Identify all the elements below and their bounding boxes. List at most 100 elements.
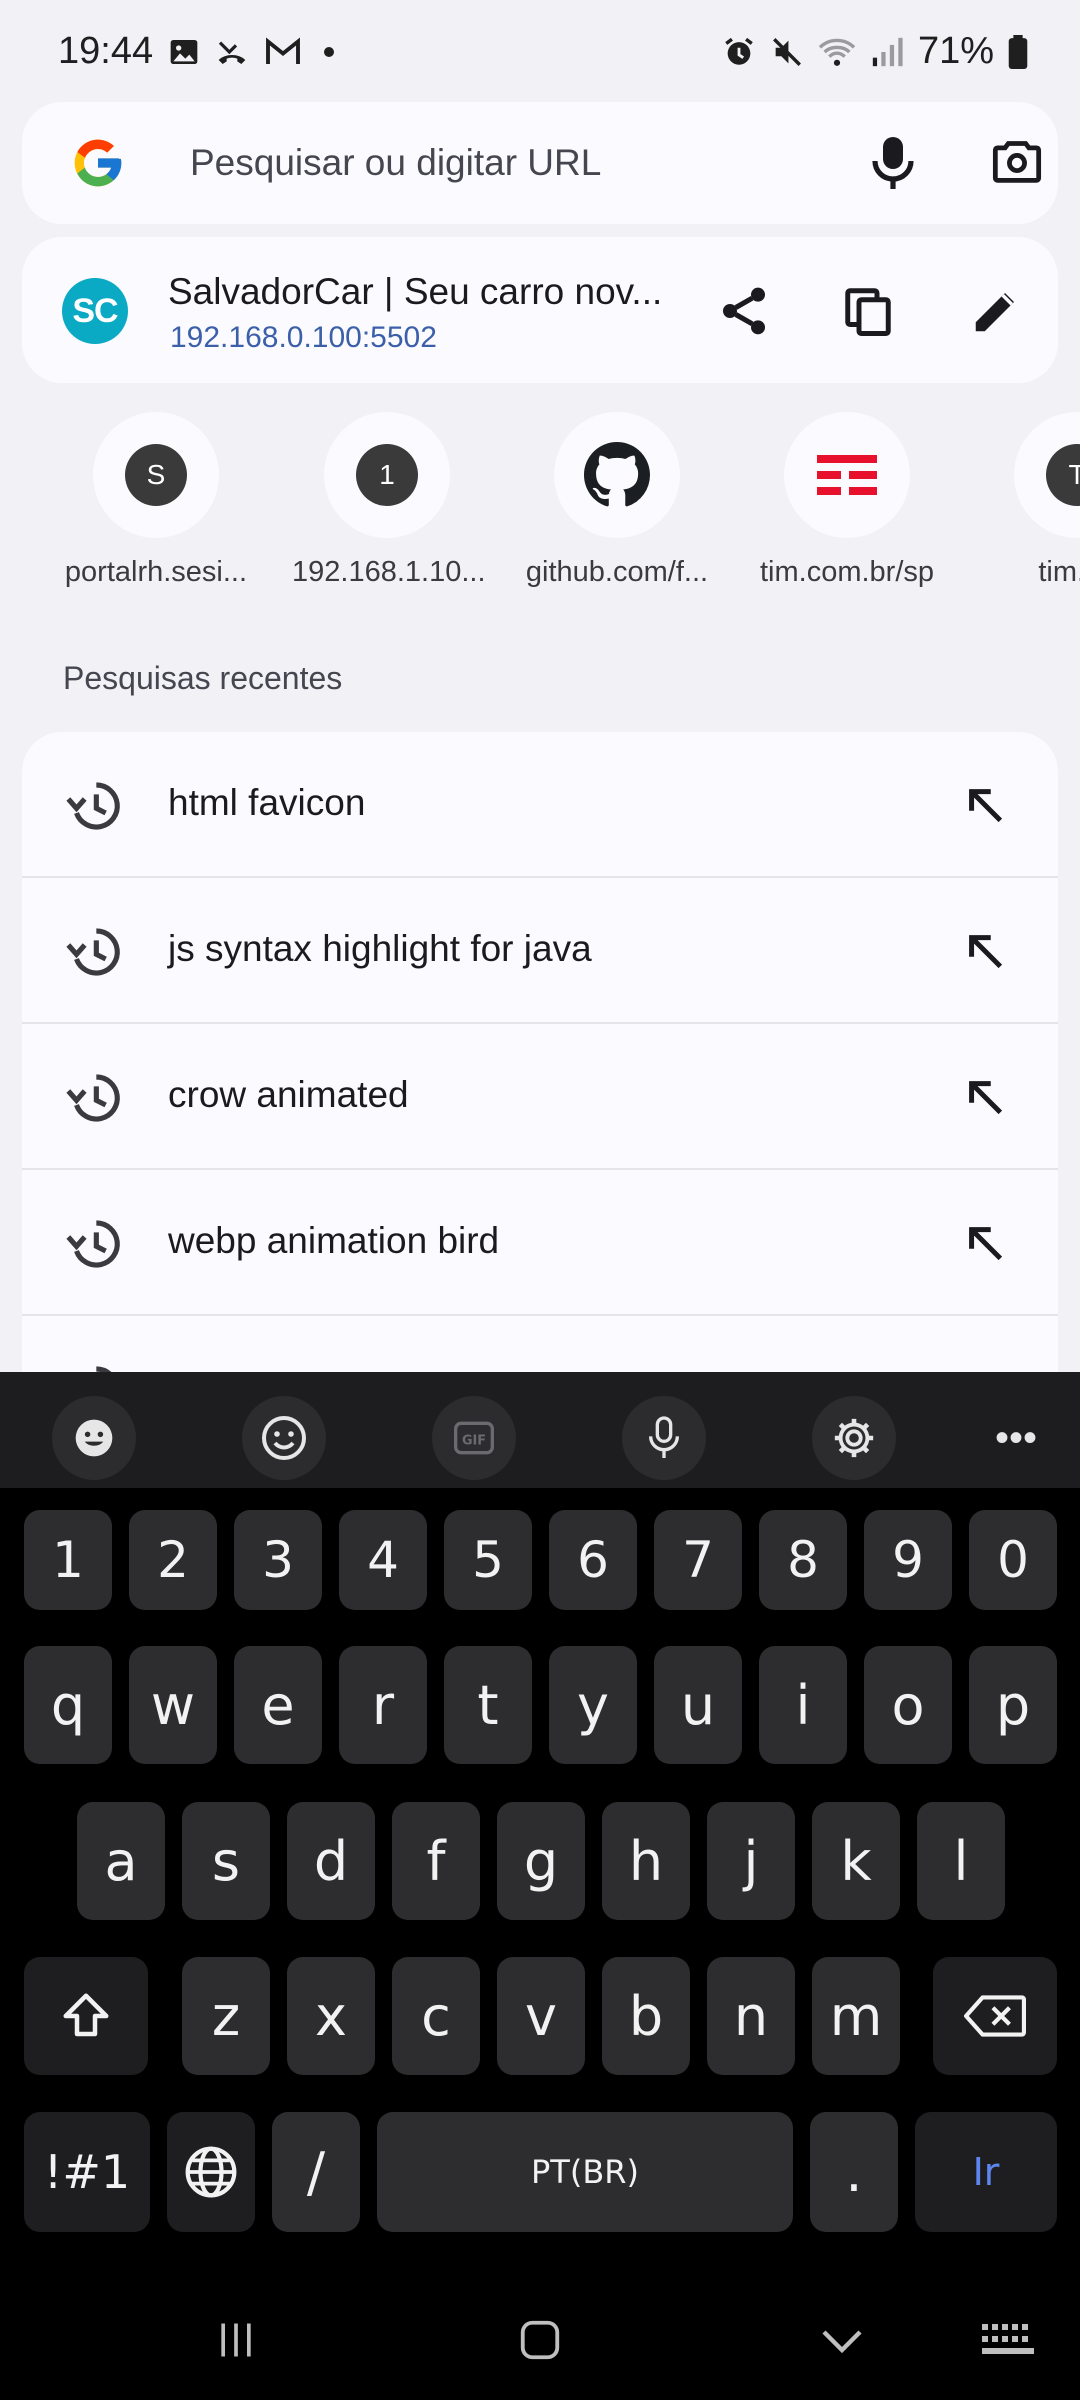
key-2[interactable]: 2 [129, 1510, 217, 1610]
recent-search-text: html favicon [168, 782, 366, 823]
battery-icon [1008, 34, 1028, 69]
copy-link-button[interactable] [830, 273, 906, 349]
copy-icon [845, 288, 891, 336]
key-w[interactable]: w [129, 1646, 217, 1764]
key-7[interactable]: 7 [654, 1510, 742, 1610]
share-icon [723, 287, 765, 335]
shortcut-label: github.com/f... [525, 556, 709, 588]
fill-query-arrow-icon[interactable] [962, 1074, 1008, 1120]
google-lens-button[interactable] [984, 130, 1050, 196]
gif-icon: GIF [454, 1421, 494, 1455]
key-h[interactable]: h [602, 1802, 690, 1920]
key-6[interactable]: 6 [549, 1510, 637, 1610]
key-v[interactable]: v [497, 1957, 585, 2075]
key-r[interactable]: r [339, 1646, 427, 1764]
emoji-button[interactable] [242, 1396, 326, 1480]
recent-searches-list: html favicon js syntax highlight for jav… [22, 732, 1058, 1372]
shortcut-letter-icon: T [1046, 444, 1080, 506]
key-z[interactable]: z [182, 1957, 270, 2075]
key-i[interactable]: i [759, 1646, 847, 1764]
recent-search-item-partial[interactable] [22, 1316, 1058, 1372]
keyboard-settings-button[interactable] [812, 1396, 896, 1480]
symbols-key[interactable]: !#1 [24, 2112, 150, 2232]
more-options-icon[interactable]: ••• [974, 1396, 1058, 1480]
navigation-bar [0, 2280, 1080, 2400]
history-icon [66, 928, 120, 976]
fill-query-arrow-icon[interactable] [962, 928, 1008, 974]
key-8[interactable]: 8 [759, 1510, 847, 1610]
space-bar[interactable]: PT(BR) [377, 2112, 793, 2232]
key-1[interactable]: 1 [24, 1510, 112, 1610]
mute-icon [772, 37, 801, 66]
key-j[interactable]: j [707, 1802, 795, 1920]
shortcut-tile[interactable]: S portalrh.sesi... [61, 412, 251, 589]
shortcut-tile[interactable]: T tim.co [982, 412, 1080, 589]
key-o[interactable]: o [864, 1646, 952, 1764]
recent-apps-button[interactable] [196, 2310, 276, 2370]
omnibox-search[interactable]: Pesquisar ou digitar URL [22, 102, 1058, 224]
key-n[interactable]: n [707, 1957, 795, 2075]
on-screen-keyboard: GIF ••• 1 2 3 4 5 6 7 8 9 0 q w e r t y … [0, 1372, 1080, 2280]
gif-button[interactable]: GIF [432, 1396, 516, 1480]
keyboard-toolbar: GIF ••• [0, 1372, 1080, 1488]
hide-keyboard-button[interactable] [802, 2310, 882, 2370]
key-p[interactable]: p [969, 1646, 1057, 1764]
fill-query-arrow-icon[interactable] [962, 1220, 1008, 1266]
key-e[interactable]: e [234, 1646, 322, 1764]
shortcut-tile[interactable]: github.com/f... [522, 412, 712, 589]
alarm-icon [725, 37, 753, 65]
edit-url-button[interactable] [958, 273, 1034, 349]
key-g[interactable]: g [497, 1802, 585, 1920]
shortcut-tile[interactable]: 1 192.168.1.10... [292, 412, 486, 589]
key-0[interactable]: 0 [969, 1510, 1057, 1610]
recent-search-item[interactable]: webp animation bird [22, 1170, 1058, 1316]
key-5[interactable]: 5 [444, 1510, 532, 1610]
key-y[interactable]: y [549, 1646, 637, 1764]
key-b[interactable]: b [602, 1957, 690, 2075]
slash-key[interactable]: / [272, 2112, 360, 2232]
github-icon [584, 442, 650, 507]
recent-apps-icon [221, 2323, 251, 2357]
language-key[interactable] [167, 2112, 255, 2232]
key-m[interactable]: m [812, 1957, 900, 2075]
key-u[interactable]: u [654, 1646, 742, 1764]
recent-search-item[interactable]: crow animated [22, 1024, 1058, 1170]
recent-search-item[interactable]: js syntax highlight for java [22, 878, 1058, 1024]
key-9[interactable]: 9 [864, 1510, 952, 1610]
key-c[interactable]: c [392, 1957, 480, 2075]
keyboard-switch-button[interactable] [968, 2310, 1048, 2370]
battery-percent: 71% [917, 30, 994, 72]
key-f[interactable]: f [392, 1802, 480, 1920]
key-t[interactable]: t [444, 1646, 532, 1764]
voice-search-button[interactable] [860, 130, 926, 196]
current-page-card[interactable]: SC SalvadorCar | Seu carro nov... 192.16… [22, 237, 1058, 383]
recent-searches-header: Pesquisas recentes [63, 660, 343, 696]
home-button[interactable] [500, 2310, 580, 2370]
status-time: 19:44 [58, 30, 154, 72]
shortcut-tile[interactable]: tim.com.br/sp [752, 412, 942, 589]
key-s[interactable]: s [182, 1802, 270, 1920]
key-x[interactable]: x [287, 1957, 375, 2075]
key-k[interactable]: k [812, 1802, 900, 1920]
backspace-key[interactable] [933, 1957, 1057, 2075]
expression-button[interactable] [52, 1396, 136, 1480]
shift-key[interactable] [24, 1957, 148, 2075]
emoji-face-icon [75, 1419, 113, 1457]
go-key[interactable]: Ir [915, 2112, 1057, 2232]
key-d[interactable]: d [287, 1802, 375, 1920]
key-4[interactable]: 4 [339, 1510, 427, 1610]
share-button[interactable] [706, 273, 782, 349]
recent-search-item[interactable]: html favicon [22, 732, 1058, 878]
history-icon [66, 782, 120, 830]
key-3[interactable]: 3 [234, 1510, 322, 1610]
voice-input-button[interactable] [622, 1396, 706, 1480]
shortcuts-row: S portalrh.sesi... 1 192.168.1.10... git… [0, 412, 1080, 602]
shortcut-label: 192.168.1.10... [292, 556, 486, 588]
fill-query-arrow-icon[interactable] [962, 782, 1008, 828]
key-a[interactable]: a [77, 1802, 165, 1920]
key-q[interactable]: q [24, 1646, 112, 1764]
period-key[interactable]: . [810, 2112, 898, 2232]
key-l[interactable]: l [917, 1802, 1005, 1920]
gallery-icon [170, 40, 198, 64]
smiley-icon [262, 1416, 306, 1460]
